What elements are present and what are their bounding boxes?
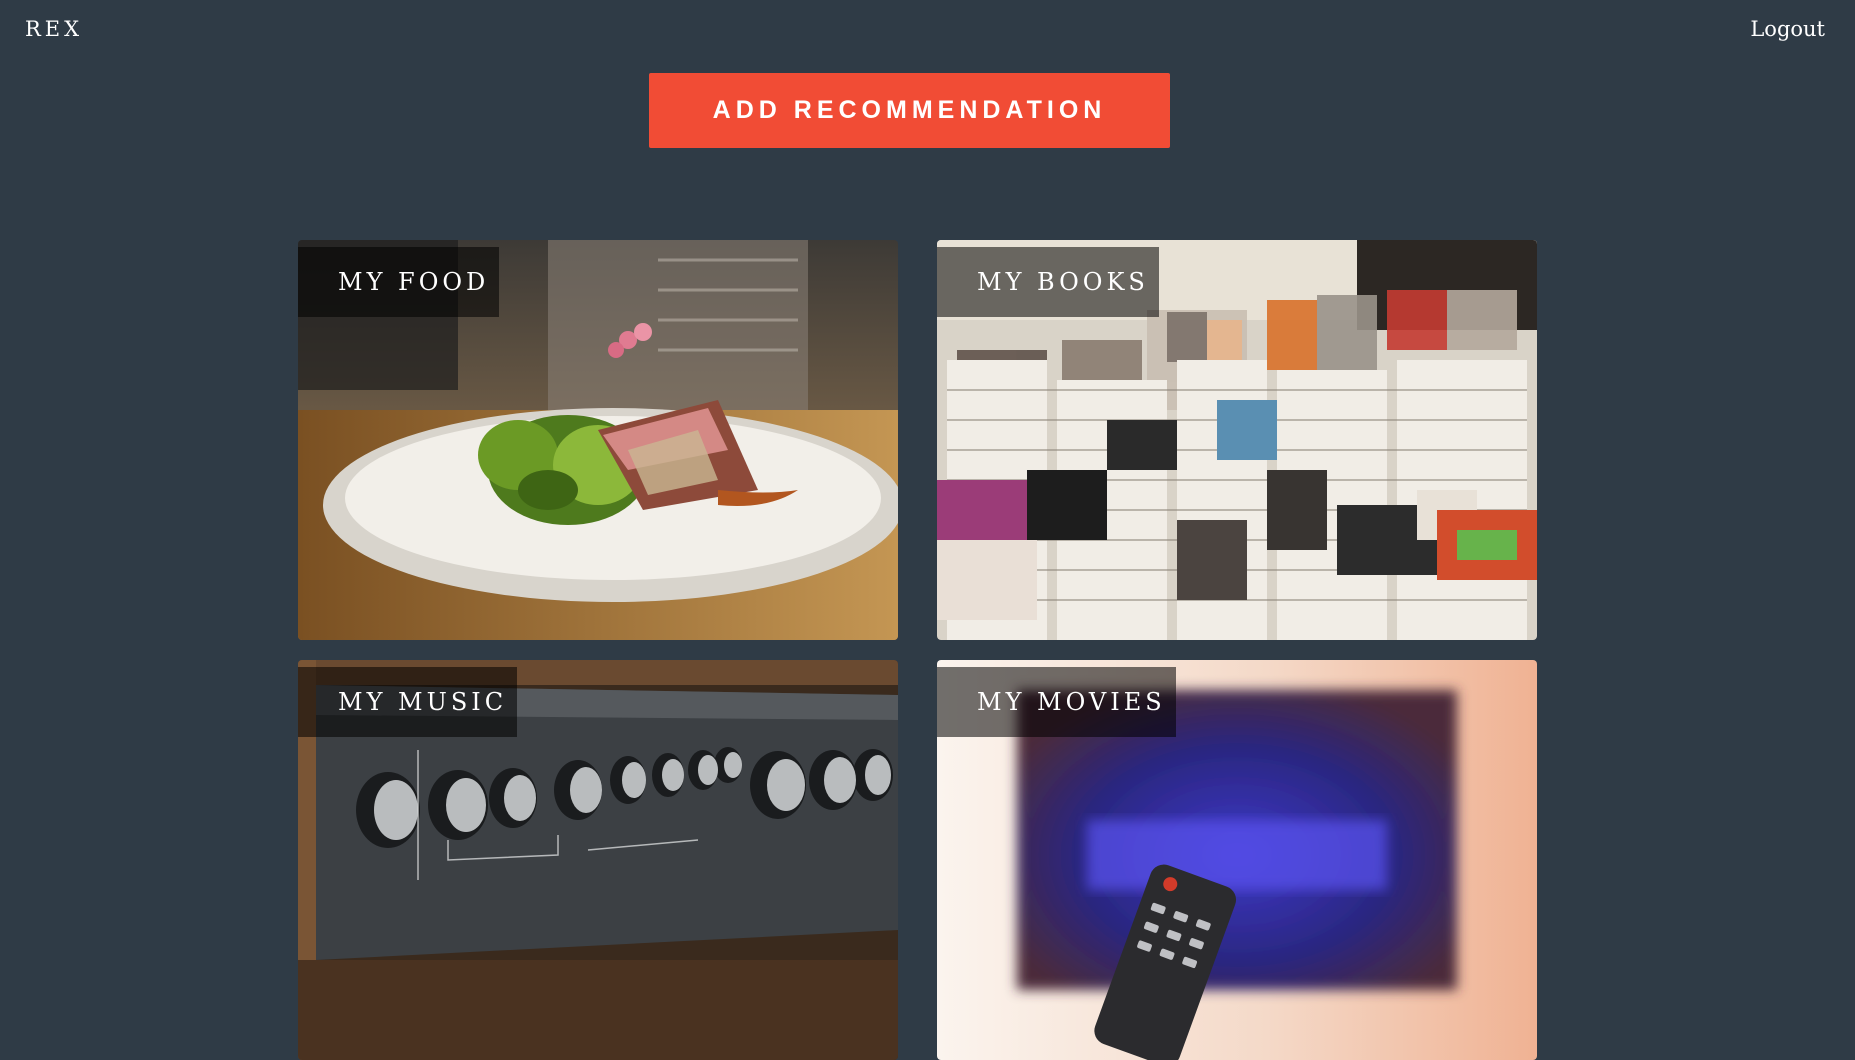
brand-logo[interactable]: REX: [25, 17, 83, 41]
card-label-movies: MY MOVIES: [937, 667, 1176, 737]
card-label-food: MY FOOD: [298, 247, 500, 317]
add-recommendation-button[interactable]: ADD RECOMMENDATION: [649, 73, 1170, 148]
card-label-music: MY MUSIC: [298, 667, 518, 737]
logout-link[interactable]: Logout: [1750, 17, 1825, 41]
card-label-books: MY BOOKS: [937, 247, 1159, 317]
card-my-music[interactable]: MY MUSIC: [298, 660, 898, 1060]
card-my-books[interactable]: MY BOOKS: [937, 240, 1537, 640]
card-my-movies[interactable]: MY MOVIES: [937, 660, 1537, 1060]
card-my-food[interactable]: MY FOOD: [298, 240, 898, 640]
